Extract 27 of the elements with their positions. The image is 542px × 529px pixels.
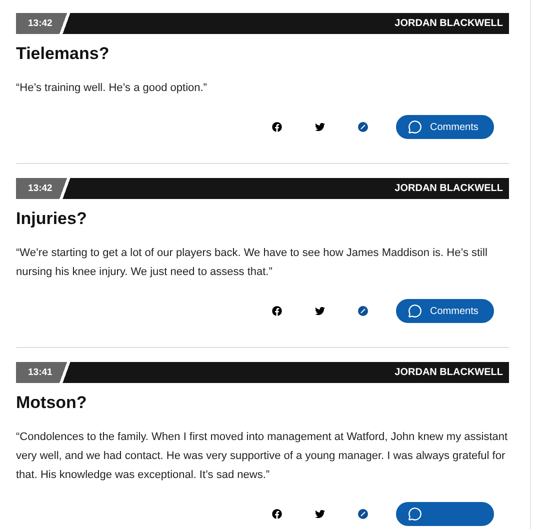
speech-bubble-icon xyxy=(408,120,422,134)
post-author: JORDAN BLACKWELL xyxy=(394,183,503,194)
post-author: JORDAN BLACKWELL xyxy=(394,18,503,29)
post-time: 13:41 xyxy=(28,367,52,378)
twitter-icon[interactable] xyxy=(314,306,324,316)
twitter-icon[interactable] xyxy=(314,122,324,132)
twitter-icon[interactable] xyxy=(314,509,324,519)
post-title: Injuries? xyxy=(16,208,88,230)
post-time: 13:42 xyxy=(28,183,52,194)
comments-button[interactable] xyxy=(396,502,494,526)
post-quote: “He’s training well. He’s a good option.” xyxy=(16,81,208,96)
post-quote: “Condolences to the family. When I first moved into management at Watford, John knew my assistant very well, and we had contact. He was very supportive of a young manager. I was always grateful for that. His knowledge was exceptional. It’s sad news.” xyxy=(16,430,509,483)
link-icon[interactable] xyxy=(358,122,368,132)
comments-button[interactable]: Comments xyxy=(396,115,494,139)
post-author: JORDAN BLACKWELL xyxy=(394,367,503,378)
comments-button[interactable]: Comments xyxy=(396,299,494,323)
post-time: 13:42 xyxy=(28,18,52,29)
facebook-icon[interactable] xyxy=(272,306,282,316)
post-title: Motson? xyxy=(16,392,88,414)
facebook-icon[interactable] xyxy=(272,509,282,519)
post-title: Tielemans? xyxy=(16,43,110,65)
link-icon[interactable] xyxy=(358,509,368,519)
facebook-icon[interactable] xyxy=(272,122,282,132)
speech-bubble-icon xyxy=(408,507,422,521)
post-quote: “We’re starting to get a lot of our players back. We have to see how James Maddison is. He’s still nursing his knee injury. We just need to assess that.” xyxy=(16,246,488,280)
speech-bubble-icon xyxy=(408,304,422,318)
link-icon[interactable] xyxy=(358,306,368,316)
